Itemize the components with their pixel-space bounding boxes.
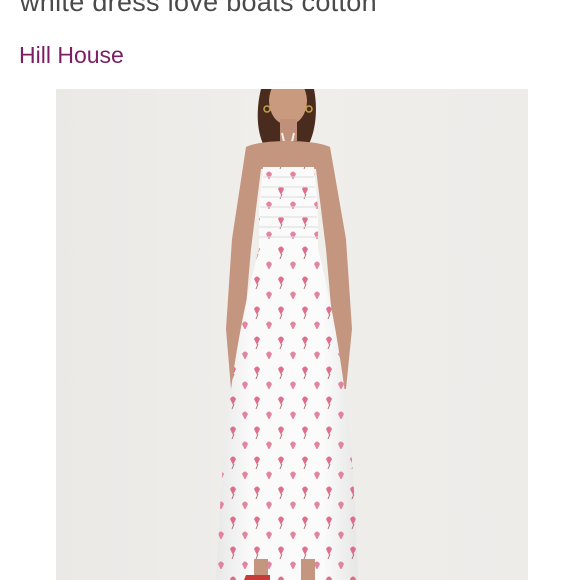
- brand-link[interactable]: Hill House: [19, 42, 124, 69]
- model-illustration: [216, 89, 358, 580]
- product-photo[interactable]: [56, 89, 528, 580]
- listing-title: white dress love boats cotton: [20, 0, 377, 17]
